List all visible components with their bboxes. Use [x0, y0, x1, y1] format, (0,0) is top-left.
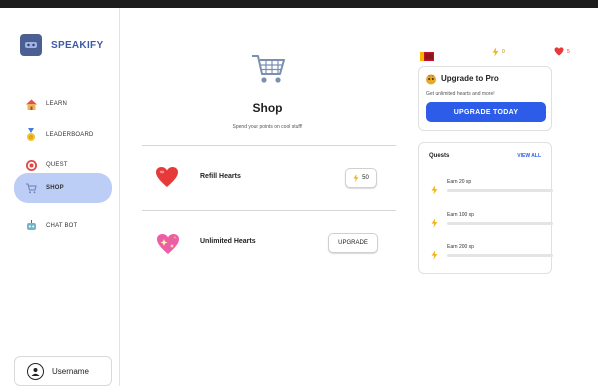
sidebar-item-leaderboard[interactable]: LEADERBOARD [14, 121, 112, 149]
quest-label: Earn 100 xp [447, 212, 474, 218]
unlimited-hearts-upgrade-button[interactable]: UPGRADE [328, 233, 378, 253]
sidebar-item-learn[interactable]: LEARN [14, 90, 112, 118]
lightning-icon [431, 247, 438, 265]
sidebar-item-label: LEARN [46, 101, 68, 107]
app-window: SPEAKIFY LEARN LEADERBOARD QUEST SHOP CH… [0, 8, 598, 386]
shop-panel: Shop Spend your points on cool stuff! Re… [120, 8, 410, 386]
shop-item-label: Unlimited Hearts [200, 238, 256, 245]
sidebar-item-chat-bot[interactable]: CHAT BOT [14, 212, 112, 240]
robot-icon [24, 219, 38, 233]
username-label: Username [52, 366, 89, 376]
sidebar-item-label: QUEST [46, 162, 68, 168]
points-value: 0 [502, 49, 505, 55]
medal-icon [24, 128, 38, 142]
hearts-value: 5 [567, 48, 570, 55]
quest-item: Earn 200 xp [431, 244, 553, 265]
hearts-counter[interactable]: 5 [554, 47, 570, 56]
points-counter[interactable]: 0 [492, 47, 505, 57]
quest-progress-bar [447, 189, 553, 192]
mascot-icon [425, 72, 437, 90]
cart-icon [24, 181, 38, 195]
quest-item: Earn 20 xp [431, 179, 553, 200]
lightning-icon [431, 215, 438, 233]
house-icon [24, 97, 38, 111]
stats-bar: 0 5 [420, 46, 580, 61]
quest-progress-bar [447, 222, 553, 225]
refill-hearts-button[interactable]: 50 [345, 168, 377, 188]
upgrade-today-button[interactable]: UPGRADE TODAY [426, 102, 546, 122]
sparkling-heart-icon [155, 232, 181, 261]
sidebar-item-label: LEADERBOARD [46, 132, 94, 138]
pro-subtitle: Get unlimited hearts and more! [426, 91, 495, 97]
quests-title: Quests [429, 153, 450, 159]
lightning-icon [353, 174, 359, 182]
refill-price: 50 [362, 175, 369, 181]
divider [142, 145, 396, 146]
shopping-cart-icon [250, 52, 286, 91]
upgrade-pro-card: Upgrade to Pro Get unlimited hearts and … [418, 66, 552, 131]
heart-icon [155, 166, 179, 193]
page-subtitle: Spend your points on cool stuff! [232, 124, 303, 130]
user-profile-button[interactable]: Username [14, 356, 112, 386]
quest-item: Earn 100 xp [431, 212, 553, 233]
view-all-link[interactable]: VIEW ALL [517, 153, 541, 159]
lightning-icon [492, 47, 499, 57]
quest-label: Earn 200 xp [447, 244, 474, 250]
brand[interactable]: SPEAKIFY [20, 34, 103, 56]
heart-icon [554, 47, 564, 56]
sidebar-item-shop[interactable]: SHOP [14, 173, 112, 203]
brand-name: SPEAKIFY [51, 39, 104, 51]
logo-icon [20, 34, 42, 56]
lightning-icon [431, 182, 438, 200]
pro-title: Upgrade to Pro [441, 74, 499, 83]
user-avatar-icon [27, 362, 44, 380]
page-title: Shop [252, 101, 283, 115]
divider [142, 210, 396, 211]
sidebar: SPEAKIFY LEARN LEADERBOARD QUEST SHOP CH… [0, 8, 120, 386]
quest-label: Earn 20 xp [447, 179, 472, 185]
flag-icon[interactable] [420, 48, 434, 66]
shop-item-label: Refill Hearts [200, 173, 241, 180]
sidebar-item-label: SHOP [46, 185, 64, 191]
quests-card: Quests VIEW ALL Earn 20 xp Earn 100 xp E… [418, 142, 553, 274]
sidebar-item-label: CHAT BOT [46, 223, 78, 229]
target-icon [24, 158, 38, 172]
quest-progress-bar [447, 254, 553, 257]
